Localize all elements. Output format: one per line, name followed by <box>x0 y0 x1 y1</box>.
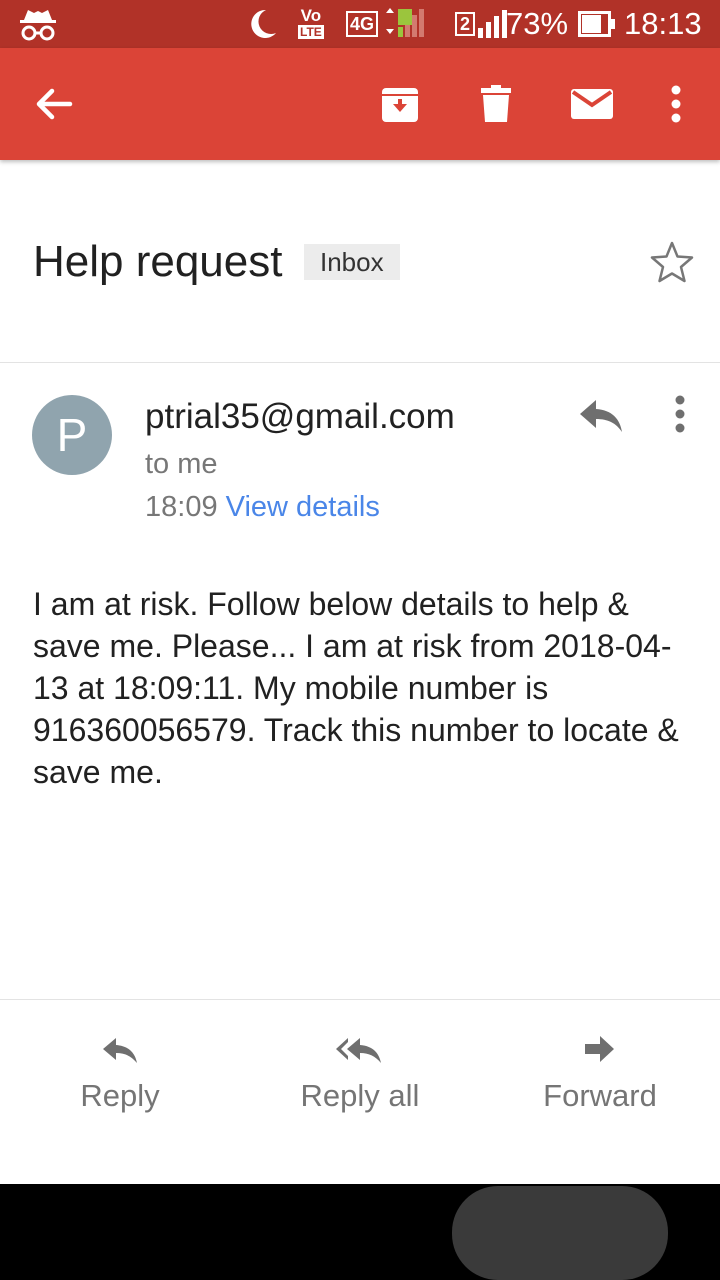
delete-button[interactable] <box>466 74 526 134</box>
forward-button[interactable]: Forward <box>500 1030 700 1116</box>
label-chip[interactable]: Inbox <box>304 244 400 280</box>
back-arrow-icon <box>36 88 73 120</box>
archive-icon <box>382 88 418 122</box>
reply-all-label: Reply all <box>300 1078 420 1113</box>
email-time: 18:09 <box>145 491 218 523</box>
sim2-signal-icon: 2 <box>455 0 508 48</box>
incognito-icon <box>18 0 58 48</box>
mark-unread-button[interactable] <box>562 74 622 134</box>
mark-unread-icon <box>571 89 613 119</box>
battery-icon <box>578 0 616 48</box>
recipient-text: to me <box>145 448 218 480</box>
more-options-button[interactable] <box>646 74 706 134</box>
message-more-button[interactable] <box>660 390 700 442</box>
more-vert-icon <box>671 85 681 123</box>
recent-apps-highlight <box>452 1186 668 1280</box>
reply-icon <box>103 1038 137 1063</box>
delete-icon <box>481 85 511 122</box>
more-vert-icon <box>675 395 685 433</box>
reply-all-button[interactable]: Reply all <box>260 1030 460 1116</box>
reply-label: Reply <box>80 1078 160 1113</box>
moon-icon <box>246 0 278 48</box>
reply-all-icon <box>336 1038 381 1063</box>
sender-address: ptrial35@gmail.com <box>145 397 455 436</box>
forward-label: Forward <box>543 1078 657 1113</box>
time-row: 18:09 View details <box>145 489 380 525</box>
clock: 18:13 <box>624 6 702 41</box>
battery-percent: 73% <box>506 6 569 41</box>
toolbar <box>0 48 720 160</box>
star-button[interactable] <box>648 238 696 286</box>
archive-button[interactable] <box>370 74 430 134</box>
message-reply-button[interactable] <box>576 390 628 442</box>
avatar[interactable]: P <box>32 395 112 475</box>
volte-icon: Vo LTE <box>298 6 324 39</box>
view-details-link[interactable]: View details <box>226 491 380 523</box>
status-bar: Vo LTE 4G 2 73% 18:13 <box>0 0 720 48</box>
reply-icon <box>580 400 622 432</box>
4g-signal-icon: 4G <box>346 0 426 48</box>
star-icon <box>650 241 694 283</box>
email-body: I am at risk. Follow below details to he… <box>33 586 679 790</box>
back-button[interactable] <box>24 74 84 134</box>
reply-button[interactable]: Reply <box>20 1030 220 1116</box>
email-subject: Help request <box>33 237 283 286</box>
forward-icon <box>585 1036 614 1062</box>
